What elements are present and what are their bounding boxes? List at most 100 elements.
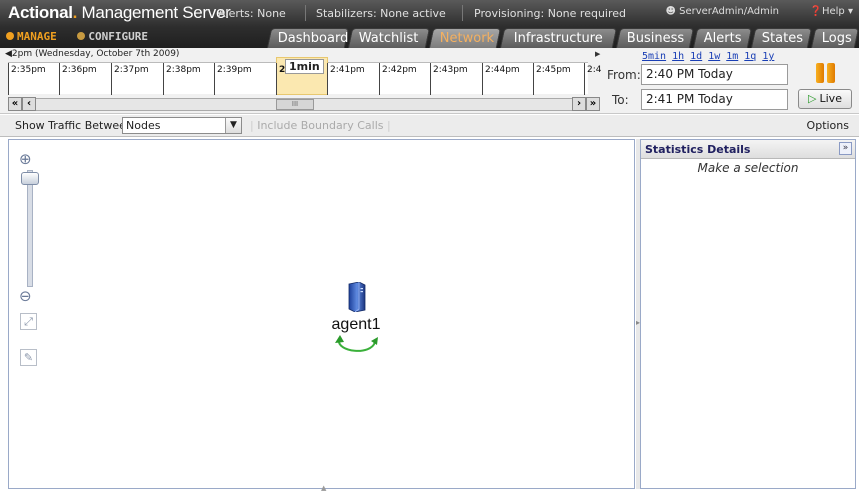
tab-label: Business: [626, 31, 685, 46]
stabilizers-status[interactable]: Stabilizers: None active: [316, 7, 446, 20]
boundary-calls-checkbox[interactable]: | Include Boundary Calls |: [250, 119, 391, 132]
pause-button[interactable]: [816, 63, 836, 83]
collapse-panel-icon[interactable]: »: [839, 142, 852, 155]
tick-label: 2:35pm: [11, 65, 46, 75]
tab-states[interactable]: States: [750, 28, 813, 48]
tick-label: 2:39pm: [217, 65, 252, 75]
user-icon: ☻: [665, 6, 676, 17]
fit-to-window-icon[interactable]: ⤢: [20, 313, 37, 330]
user-menu[interactable]: ☻ ServerAdmin/Admin: [665, 6, 779, 17]
traffic-label: Show Traffic Between: [15, 119, 133, 132]
scroll-first-icon[interactable]: «: [8, 97, 22, 111]
boundary-calls-label: Include Boundary Calls: [257, 119, 384, 132]
tick-label: 2:37pm: [114, 65, 149, 75]
zoom-slider-thumb[interactable]: [21, 172, 39, 185]
tab-label: Logs: [821, 31, 852, 46]
zoom-in-icon[interactable]: ⊕: [19, 150, 32, 168]
zoom-out-icon[interactable]: ⊖: [19, 287, 32, 305]
divider-icon: |: [383, 119, 391, 132]
traffic-select[interactable]: Nodes ▼: [122, 117, 242, 134]
timeline-date: 2pm (Wednesday, October 7th 2009): [11, 49, 180, 59]
timeline-tick: 2:36pm: [59, 63, 97, 95]
tab-dashboard[interactable]: Dashboard: [266, 28, 350, 48]
timeline-panel: ◀2pm (Wednesday, October 7th 2009) ▶ 2:3…: [0, 48, 859, 114]
app-brand: Actional. Management Server: [8, 3, 231, 23]
timeline-tick: 2:39pm: [214, 63, 252, 95]
header-divider: [305, 5, 306, 21]
range-links: 5min 1h 1d 1w 1m 1q 1y: [642, 51, 780, 62]
tab-label: Network: [439, 31, 495, 46]
pause-icon: [827, 63, 835, 83]
range-link-1q[interactable]: 1q: [744, 51, 756, 62]
tab-infrastructure[interactable]: Infrastructure: [499, 28, 618, 48]
chevron-left-icon[interactable]: ◀: [5, 49, 12, 59]
timeline-tick: 2: [276, 63, 285, 95]
help-menu[interactable]: ❓Help ▾: [810, 6, 853, 17]
scroll-left-icon[interactable]: ‹: [22, 97, 36, 111]
range-link-1m[interactable]: 1m: [726, 51, 738, 62]
mode-manage-label: MANAGE: [17, 30, 57, 43]
tab-alerts[interactable]: Alerts: [692, 28, 753, 48]
bullet-icon: [6, 32, 14, 40]
tick-label: 2:43pm: [433, 65, 468, 75]
tab-label: Dashboard: [277, 31, 349, 46]
timeline-tick: 2:43pm: [430, 63, 468, 95]
tick-label: 2:36pm: [62, 65, 97, 75]
range-link-1h[interactable]: 1h: [672, 51, 684, 62]
tab-watchlist[interactable]: Watchlist: [347, 28, 431, 48]
range-link-1w[interactable]: 1w: [708, 51, 720, 62]
scroll-last-icon[interactable]: »: [586, 97, 600, 111]
statistics-empty-message: Make a selection: [697, 161, 799, 175]
to-label: To:: [612, 93, 629, 107]
statistics-title: Statistics Details: [645, 143, 751, 156]
from-time-field[interactable]: 2:40 PM Today: [641, 64, 788, 85]
timeline-tick: 2:45pm: [533, 63, 571, 95]
timeline-tick: 2:37pm: [111, 63, 149, 95]
mode-manage-button[interactable]: MANAGE: [6, 30, 57, 43]
chevron-down-icon: ▼: [225, 118, 241, 133]
mode-configure-button[interactable]: CONFIGURE: [77, 30, 148, 43]
timeline-tick: 2:41pm: [327, 63, 365, 95]
timeline-scroll-thumb[interactable]: III: [276, 99, 314, 110]
traffic-select-value: Nodes: [126, 119, 161, 132]
mode-switcher: MANAGE CONFIGURE: [6, 30, 162, 43]
header-bar: Actional. Management Server Alerts: None…: [0, 0, 859, 48]
statistics-panel: Statistics Details » Make a selection: [640, 139, 856, 489]
network-node-agent1[interactable]: agent1: [316, 282, 396, 356]
mode-configure-label: CONFIGURE: [88, 30, 148, 43]
tick-label: 2:45pm: [536, 65, 571, 75]
to-time-field[interactable]: 2:41 PM Today: [641, 89, 788, 110]
brand-dot: .: [72, 3, 78, 22]
timeline-tick: 2:42pm: [379, 63, 417, 95]
range-link-1y[interactable]: 1y: [762, 51, 774, 62]
bullet-icon: [77, 32, 86, 40]
timeline-caption: ◀2pm (Wednesday, October 7th 2009): [5, 49, 179, 59]
brand-rest: Management Server: [81, 3, 231, 22]
range-link-5min[interactable]: 5min: [642, 51, 666, 62]
network-canvas[interactable]: ⊕ ⊖ ⤢ ✎ agent1: [8, 139, 635, 489]
from-label: From:: [607, 68, 641, 82]
scroll-right-icon[interactable]: ›: [572, 97, 586, 111]
timeline-track[interactable]: 2:35pm 2:36pm 2:37pm 2:38pm 2:39pm 2 2:4…: [8, 57, 601, 95]
edit-pencil-icon[interactable]: ✎: [20, 349, 37, 366]
provisioning-status[interactable]: Provisioning: None required: [474, 7, 626, 20]
live-button[interactable]: ▷ Live: [798, 89, 852, 109]
tab-logs[interactable]: Logs: [810, 28, 859, 48]
zoom-slider[interactable]: [27, 170, 33, 287]
server-icon: [348, 282, 366, 312]
tab-business[interactable]: Business: [615, 28, 695, 48]
chevron-right-icon[interactable]: ▶: [595, 50, 600, 58]
tick-label: 2:41pm: [330, 65, 365, 75]
header-divider: [462, 5, 463, 21]
options-button[interactable]: Options: [807, 119, 849, 132]
timeline-tick: 2:44pm: [482, 63, 520, 95]
range-link-1d[interactable]: 1d: [690, 51, 702, 62]
pause-icon: [816, 63, 824, 83]
tab-label: Watchlist: [358, 31, 419, 46]
help-label: Help: [821, 6, 845, 17]
tab-network[interactable]: Network: [428, 28, 502, 48]
alerts-status[interactable]: Alerts: None: [218, 7, 286, 20]
tick-label: 2:38pm: [166, 65, 201, 75]
canvas-resize-grip-icon[interactable]: ▲: [321, 484, 326, 492]
user-name: ServerAdmin/Admin: [679, 6, 779, 17]
